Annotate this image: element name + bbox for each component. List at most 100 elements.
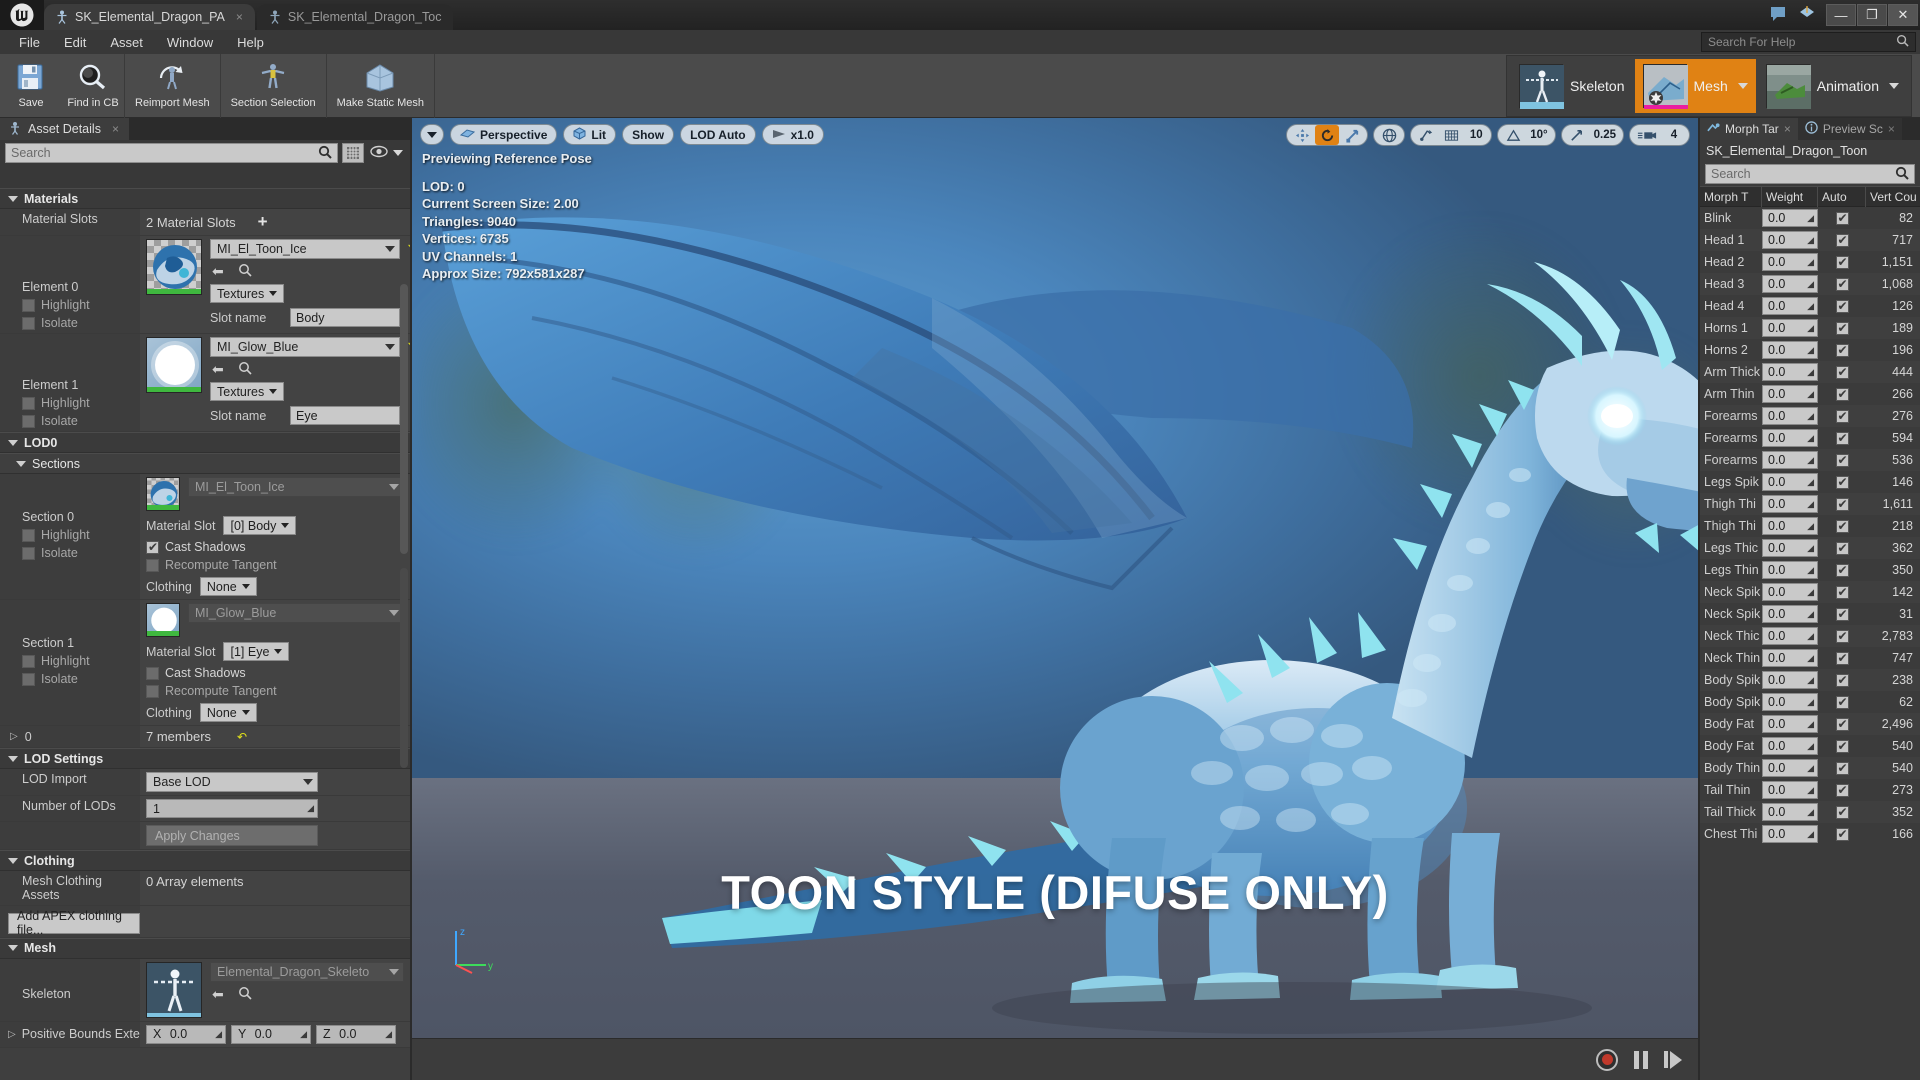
spinner-icon[interactable]: ◢ — [1807, 411, 1814, 422]
morph-target-row[interactable]: Neck Spik 0.0 ◢ 31 — [1700, 603, 1920, 625]
checkbox[interactable] — [1835, 629, 1849, 643]
morph-target-auto-cell[interactable] — [1818, 277, 1866, 291]
browse-search-icon[interactable] — [238, 361, 252, 378]
checkbox[interactable] — [1835, 739, 1849, 753]
checkbox[interactable] — [1835, 827, 1849, 841]
angle-snap-icon[interactable] — [1501, 125, 1525, 145]
morph-table-body[interactable]: Blink0.0◢82Head 10.0◢717Head 20.0◢1,151 H… — [1700, 207, 1920, 845]
reimport-mesh-button[interactable]: Reimport Mesh — [125, 56, 220, 116]
section-0-material-slot-dropdown[interactable]: [0] Body — [223, 516, 297, 535]
tab-asset-details[interactable]: Asset Details × — [0, 118, 129, 140]
details-search-input[interactable]: Search — [5, 143, 338, 163]
checkbox[interactable] — [22, 396, 35, 410]
morph-target-row[interactable]: Tail Thin 0.0 ◢ 273 — [1700, 779, 1920, 801]
checkbox[interactable] — [1835, 431, 1849, 445]
morph-target-weight-input[interactable]: 0.0 ◢ — [1762, 649, 1818, 667]
morph-target-row[interactable]: Blink 0.0 ◢ 82 — [1700, 207, 1920, 229]
record-button[interactable] — [1596, 1048, 1618, 1071]
morph-target-row[interactable]: Forearms 0.0 ◢ 276 — [1700, 405, 1920, 427]
morph-target-row[interactable]: Body Spik 0.0 ◢ 62 — [1700, 691, 1920, 713]
spinner-icon[interactable]: ◢ — [1807, 653, 1814, 664]
morph-target-auto-cell[interactable] — [1818, 673, 1866, 687]
checkbox[interactable] — [1835, 805, 1849, 819]
checkbox[interactable] — [1835, 607, 1849, 621]
browse-back-icon[interactable]: ⬅ — [212, 986, 224, 1003]
spinner-icon[interactable]: ◢ — [1807, 367, 1814, 378]
tab-close-icon[interactable]: × — [1784, 122, 1791, 136]
mesh-viewport[interactable]: Perspective Lit Show LOD Auto x1.0 10 10… — [412, 118, 1698, 1038]
morph-target-auto-cell[interactable] — [1818, 299, 1866, 313]
spinner-icon[interactable]: ◢ — [1807, 345, 1814, 356]
document-tab-0-close-icon[interactable]: × — [236, 10, 243, 24]
section-1-isolate[interactable]: Isolate — [22, 672, 140, 686]
element-0-textures-button[interactable]: Textures — [210, 284, 285, 303]
spinner-icon[interactable]: ◢ — [1807, 521, 1814, 532]
morph-target-row[interactable]: Head 1 0.0 ◢ 717 — [1700, 229, 1920, 251]
checkbox[interactable] — [146, 540, 159, 554]
checkbox[interactable] — [1835, 519, 1849, 533]
tab-morph-targets[interactable]: Morph Tar × — [1700, 118, 1798, 140]
checkbox[interactable] — [1835, 783, 1849, 797]
reset-to-default-icon[interactable]: ↶ — [408, 239, 410, 253]
close-button[interactable]: ✕ — [1888, 4, 1918, 26]
details-scroll-area[interactable]: Materials Material Slots 2 Material Slot… — [0, 188, 410, 1080]
morph-target-weight-input[interactable]: 0.0 ◢ — [1762, 605, 1818, 623]
spinner-icon[interactable]: ◢ — [1807, 433, 1814, 444]
spinner-icon[interactable]: ◢ — [1807, 213, 1814, 224]
find-in-cb-button[interactable]: Find in CB — [62, 56, 124, 116]
browse-search-icon[interactable] — [238, 986, 252, 1003]
spinner-icon[interactable]: ◢ — [1807, 279, 1814, 290]
spinner-icon[interactable]: ◢ — [1807, 455, 1814, 466]
viewport-viewmode-button[interactable]: Lit — [563, 124, 617, 145]
section-1-cast-shadows[interactable]: Cast Shadows — [146, 666, 404, 680]
element-0-material-dropdown[interactable]: MI_El_Toon_Ice — [210, 239, 400, 259]
section-selection-button[interactable]: Section Selection — [221, 56, 326, 116]
feedback-icon[interactable] — [1769, 5, 1789, 25]
make-static-mesh-button[interactable]: Make Static Mesh — [327, 56, 434, 116]
morph-target-row[interactable]: Thigh Thi 0.0 ◢ 218 — [1700, 515, 1920, 537]
spinner-icon[interactable]: ◢ — [1807, 477, 1814, 488]
morph-target-row[interactable]: Head 2 0.0 ◢ 1,151 — [1700, 251, 1920, 273]
morph-target-auto-cell[interactable] — [1818, 211, 1866, 225]
morph-target-row[interactable]: Horns 1 0.0 ◢ 189 — [1700, 317, 1920, 339]
morph-target-auto-cell[interactable] — [1818, 321, 1866, 335]
reset-to-default-icon[interactable]: ↶ — [408, 337, 410, 351]
section-0-isolate[interactable]: Isolate — [22, 546, 140, 560]
spinner-icon[interactable]: ◢ — [1807, 543, 1814, 554]
num-lods-input[interactable]: 1 ◢ — [146, 799, 318, 818]
checkbox[interactable] — [1835, 497, 1849, 511]
spinner-icon[interactable]: ◢ — [1807, 301, 1814, 312]
element-1-material-dropdown[interactable]: MI_Glow_Blue — [210, 337, 400, 357]
morph-target-row[interactable]: Arm Thin 0.0 ◢ 266 — [1700, 383, 1920, 405]
tab-preview-scene[interactable]: Preview Sc × — [1797, 118, 1902, 140]
camera-speed-icon[interactable] — [1633, 125, 1661, 145]
morph-target-weight-input[interactable]: 0.0 ◢ — [1762, 561, 1818, 579]
checkbox[interactable] — [22, 546, 35, 560]
checkbox[interactable] — [22, 298, 35, 312]
chevron-down-icon[interactable] — [1737, 82, 1748, 89]
checkbox[interactable] — [1835, 673, 1849, 687]
menu-help[interactable]: Help — [226, 32, 275, 53]
translate-icon[interactable] — [1290, 125, 1314, 145]
skeleton-thumbnail[interactable] — [146, 961, 202, 1018]
category-materials[interactable]: Materials — [0, 188, 410, 209]
morph-target-auto-cell[interactable] — [1818, 629, 1866, 643]
element-1-textures-button[interactable]: Textures — [210, 382, 285, 401]
category-mesh[interactable]: Mesh — [0, 937, 410, 959]
spinner-icon[interactable]: ◢ — [307, 803, 314, 814]
morph-target-weight-input[interactable]: 0.0 ◢ — [1762, 759, 1818, 777]
morph-target-weight-input[interactable]: 0.0 ◢ — [1762, 693, 1818, 711]
morph-search-input[interactable]: Search — [1705, 164, 1915, 184]
category-clothing[interactable]: Clothing — [0, 850, 410, 871]
checkbox[interactable] — [1835, 211, 1849, 225]
morph-target-weight-input[interactable]: 0.0 ◢ — [1762, 319, 1818, 337]
menu-window[interactable]: Window — [156, 32, 224, 53]
element-1-slot-name-input[interactable]: Eye — [290, 406, 400, 425]
world-coord-icon[interactable] — [1377, 125, 1401, 145]
morph-target-row[interactable]: Horns 2 0.0 ◢ 196 — [1700, 339, 1920, 361]
morph-target-auto-cell[interactable] — [1818, 431, 1866, 445]
morph-target-row[interactable]: Thigh Thi 0.0 ◢ 1,611 — [1700, 493, 1920, 515]
checkbox[interactable] — [1835, 277, 1849, 291]
morph-target-row[interactable]: Legs Thic 0.0 ◢ 362 — [1700, 537, 1920, 559]
morph-target-row[interactable]: Head 4 0.0 ◢ 126 — [1700, 295, 1920, 317]
